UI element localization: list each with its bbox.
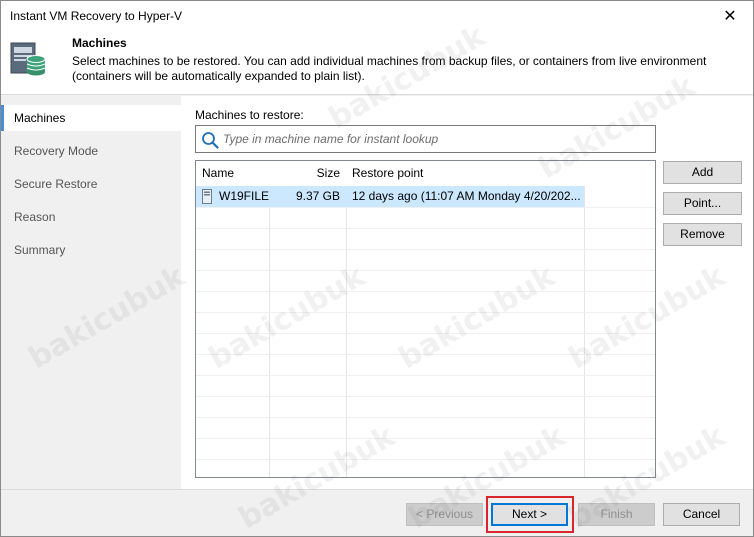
title-bar: Instant VM Recovery to Hyper-V ✕: [1, 1, 753, 31]
row-divider: [196, 438, 655, 439]
step-recovery-mode[interactable]: Recovery Mode: [1, 138, 181, 164]
vm-restore-icon: [10, 42, 46, 76]
step-reason[interactable]: Reason: [1, 204, 181, 230]
row-divider: [196, 459, 655, 460]
cancel-button[interactable]: Cancel: [663, 503, 740, 526]
window-title: Instant VM Recovery to Hyper-V: [10, 9, 183, 23]
machines-to-restore-label: Machines to restore:: [195, 108, 304, 122]
previous-button[interactable]: < Previous: [406, 503, 483, 526]
step-title: Machines: [72, 36, 127, 50]
wizard-footer: < Previous Next > Finish Cancel: [1, 489, 753, 536]
step-description: Select machines to be restored. You can …: [72, 54, 707, 83]
search-icon: [202, 132, 219, 149]
machines-table[interactable]: Name Size Restore point W19FILE 9.37 GB …: [195, 160, 656, 478]
row-divider: [196, 270, 655, 271]
column-header-name[interactable]: Name: [196, 161, 269, 186]
table-row[interactable]: W19FILE 9.37 GB 12 days ago (11:07 AM Mo…: [196, 186, 584, 207]
row-divider: [196, 354, 655, 355]
finish-button[interactable]: Finish: [578, 503, 655, 526]
row-divider: [196, 249, 655, 250]
main-panel: Machines to restore: Type in machine nam…: [181, 96, 753, 489]
add-button[interactable]: Add: [663, 161, 742, 184]
close-icon[interactable]: ✕: [707, 1, 753, 31]
row-divider: [196, 375, 655, 376]
row-divider: [196, 207, 655, 208]
vm-icon: [202, 189, 212, 204]
row-divider: [196, 417, 655, 418]
row-name: W19FILE: [219, 189, 269, 203]
remove-button[interactable]: Remove: [663, 223, 742, 246]
next-button[interactable]: Next >: [491, 503, 568, 526]
column-divider: [269, 161, 270, 477]
row-size: 9.37 GB: [295, 189, 340, 203]
row-restore-point: 12 days ago (11:07 AM Monday 4/20/202...: [352, 189, 581, 203]
step-summary[interactable]: Summary: [1, 237, 181, 263]
table-header: Name Size Restore point: [196, 161, 655, 186]
step-machines[interactable]: Machines: [1, 105, 181, 131]
column-divider: [584, 161, 585, 477]
point-button[interactable]: Point...: [663, 192, 742, 215]
row-divider: [196, 228, 655, 229]
row-divider: [196, 396, 655, 397]
row-divider: [196, 312, 655, 313]
dialog-window: Instant VM Recovery to Hyper-V ✕ Machine…: [0, 0, 754, 537]
wizard-steps-sidebar: Machines Recovery Mode Secure Restore Re…: [1, 96, 181, 489]
row-divider: [196, 291, 655, 292]
machine-search-box[interactable]: [195, 125, 656, 153]
step-secure-restore[interactable]: Secure Restore: [1, 171, 181, 197]
machine-search-input[interactable]: [223, 130, 643, 148]
row-divider: [196, 333, 655, 334]
column-header-restore-point[interactable]: Restore point: [346, 161, 584, 186]
column-divider: [346, 161, 347, 477]
wizard-header: Machines Select machines to be restored.…: [1, 31, 753, 95]
column-header-size[interactable]: Size: [269, 161, 346, 186]
